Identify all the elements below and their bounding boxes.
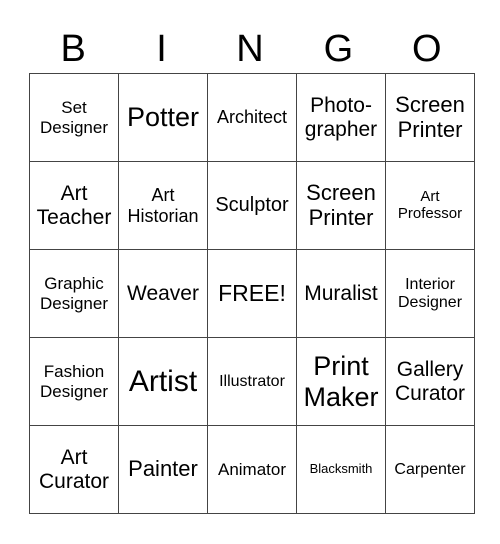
grid-row: Set Designer Potter Architect Photo-graph… — [29, 73, 475, 162]
bingo-cell[interactable]: Art Professor — [385, 161, 475, 250]
grid-row: Graphic Designer Weaver FREE! Muralist In… — [29, 249, 475, 338]
bingo-cell[interactable]: Muralist — [296, 249, 386, 338]
bingo-cell[interactable]: Art Curator — [29, 425, 119, 514]
bingo-cell[interactable]: Graphic Designer — [29, 249, 119, 338]
bingo-cell[interactable]: Set Designer — [29, 73, 119, 162]
header-letter-g: G — [323, 28, 354, 70]
header-letter-i: I — [156, 28, 167, 70]
bingo-cell[interactable]: Art Teacher — [29, 161, 119, 250]
bingo-cell[interactable]: Potter — [118, 73, 208, 162]
bingo-cell[interactable]: Sculptor — [207, 161, 297, 250]
bingo-cell[interactable]: Art Historian — [118, 161, 208, 250]
header-letter-b: B — [60, 28, 86, 70]
bingo-cell[interactable]: Weaver — [118, 249, 208, 338]
grid-row: Art Curator Painter Animator Blacksmith C… — [29, 425, 475, 514]
bingo-cell[interactable]: Artist — [118, 337, 208, 426]
header-letter-n: N — [236, 28, 264, 70]
bingo-cell[interactable]: Illustrator — [207, 337, 297, 426]
bingo-cell[interactable]: Animator — [207, 425, 297, 514]
bingo-cell[interactable]: Screen Printer — [296, 161, 386, 250]
bingo-cell[interactable]: Photo-grapher — [296, 73, 386, 162]
bingo-cell[interactable]: Blacksmith — [296, 425, 386, 514]
bingo-card-grid: Set Designer Potter Architect Photo-graph… — [29, 73, 475, 514]
bingo-cell[interactable]: Painter — [118, 425, 208, 514]
grid-row: Art Teacher Art Historian Sculptor Screen P… — [29, 161, 475, 250]
bingo-cell[interactable]: Architect — [207, 73, 297, 162]
grid-row: Fashion Designer Artist Illustrator Print… — [29, 337, 475, 426]
bingo-cell[interactable]: Carpenter — [385, 425, 475, 514]
bingo-header: B I N G O — [29, 26, 471, 72]
bingo-cell[interactable]: Fashion Designer — [29, 337, 119, 426]
bingo-cell[interactable]: Interior Designer — [385, 249, 475, 338]
header-letter-o: O — [411, 28, 442, 70]
free-space-cell[interactable]: FREE! — [207, 249, 297, 338]
bingo-cell[interactable]: Screen Printer — [385, 73, 475, 162]
bingo-cell[interactable]: Gallery Curator — [385, 337, 475, 426]
bingo-cell[interactable]: Print Maker — [296, 337, 386, 426]
